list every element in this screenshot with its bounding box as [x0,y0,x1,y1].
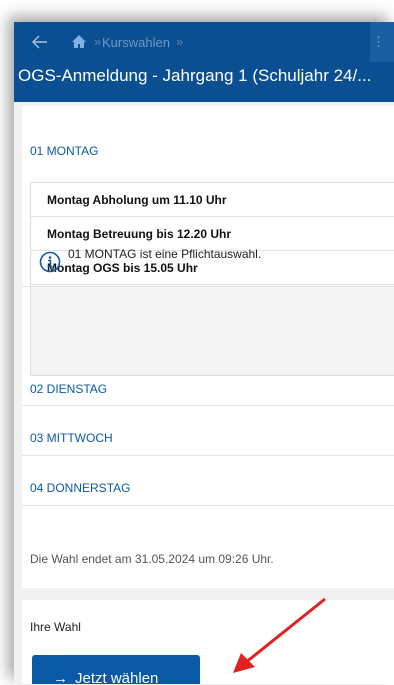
day-label: 04 DONNERSTAG [30,481,131,495]
info-icon [39,251,61,273]
page-title: OGS-Anmeldung - Jahrgang 1 (Schuljahr 24… [18,66,372,85]
option-label: Montag OGS bis 15.05 Uhr [47,261,198,275]
annotation-arrow [233,597,326,673]
submit-choice-button[interactable]: → Jetzt wählen [32,655,200,684]
app-header: » Kurswahlen » ⋮ OGS-Anmeldung - Jahrgan… [14,22,394,102]
option-row[interactable]: Montag Abholung um 11.10 Uhr [31,183,394,217]
divider [22,286,394,287]
arrow-right-icon: → [53,670,68,684]
divider [22,505,394,506]
day-header-wednesday[interactable]: 03 MITTWOCH [22,421,394,454]
option-label: Montag Abholung um 11.10 Uhr [47,193,227,207]
breadcrumb-kurswahlen[interactable]: Kurswahlen [102,35,170,50]
info-message: 01 MONTAG ist eine Pflichtauswahl. [68,247,262,261]
menu-button[interactable]: ⋮ [370,22,394,62]
divider [22,405,394,406]
divider [22,455,394,456]
option-row[interactable]: Montag Betreuung bis 12.20 Uhr [31,217,394,251]
course-selection-card: 01 MONTAG Montag Abholung um 11.10 Uhr M… [22,106,394,588]
more-icon: ⋮ [372,34,385,49]
submit-button-label: Jetzt wählen [75,670,159,684]
breadcrumb-separator: » [176,34,184,49]
monday-options: Montag Abholung um 11.10 Uhr Montag Betr… [30,182,394,376]
deadline-text: Die Wahl endet am 31.05.2024 um 09:26 Uh… [30,552,274,566]
day-header-tuesday[interactable]: 02 DIENSTAG [22,372,394,405]
choice-label: Ihre Wahl [30,620,81,634]
breadcrumb-separator: » [94,34,102,49]
back-arrow-icon[interactable] [32,35,48,49]
app-window: » Kurswahlen » ⋮ OGS-Anmeldung - Jahrgan… [14,22,394,684]
day-header-monday[interactable]: 01 MONTAG [30,144,98,158]
option-label: Montag Betreuung bis 12.20 Uhr [47,227,232,241]
nav-bar: » Kurswahlen » ⋮ [14,22,394,62]
day-label: 03 MITTWOCH [30,431,113,445]
day-label: 02 DIENSTAG [30,382,108,396]
day-header-thursday[interactable]: 04 DONNERSTAG [22,471,394,504]
home-icon[interactable] [71,34,87,49]
